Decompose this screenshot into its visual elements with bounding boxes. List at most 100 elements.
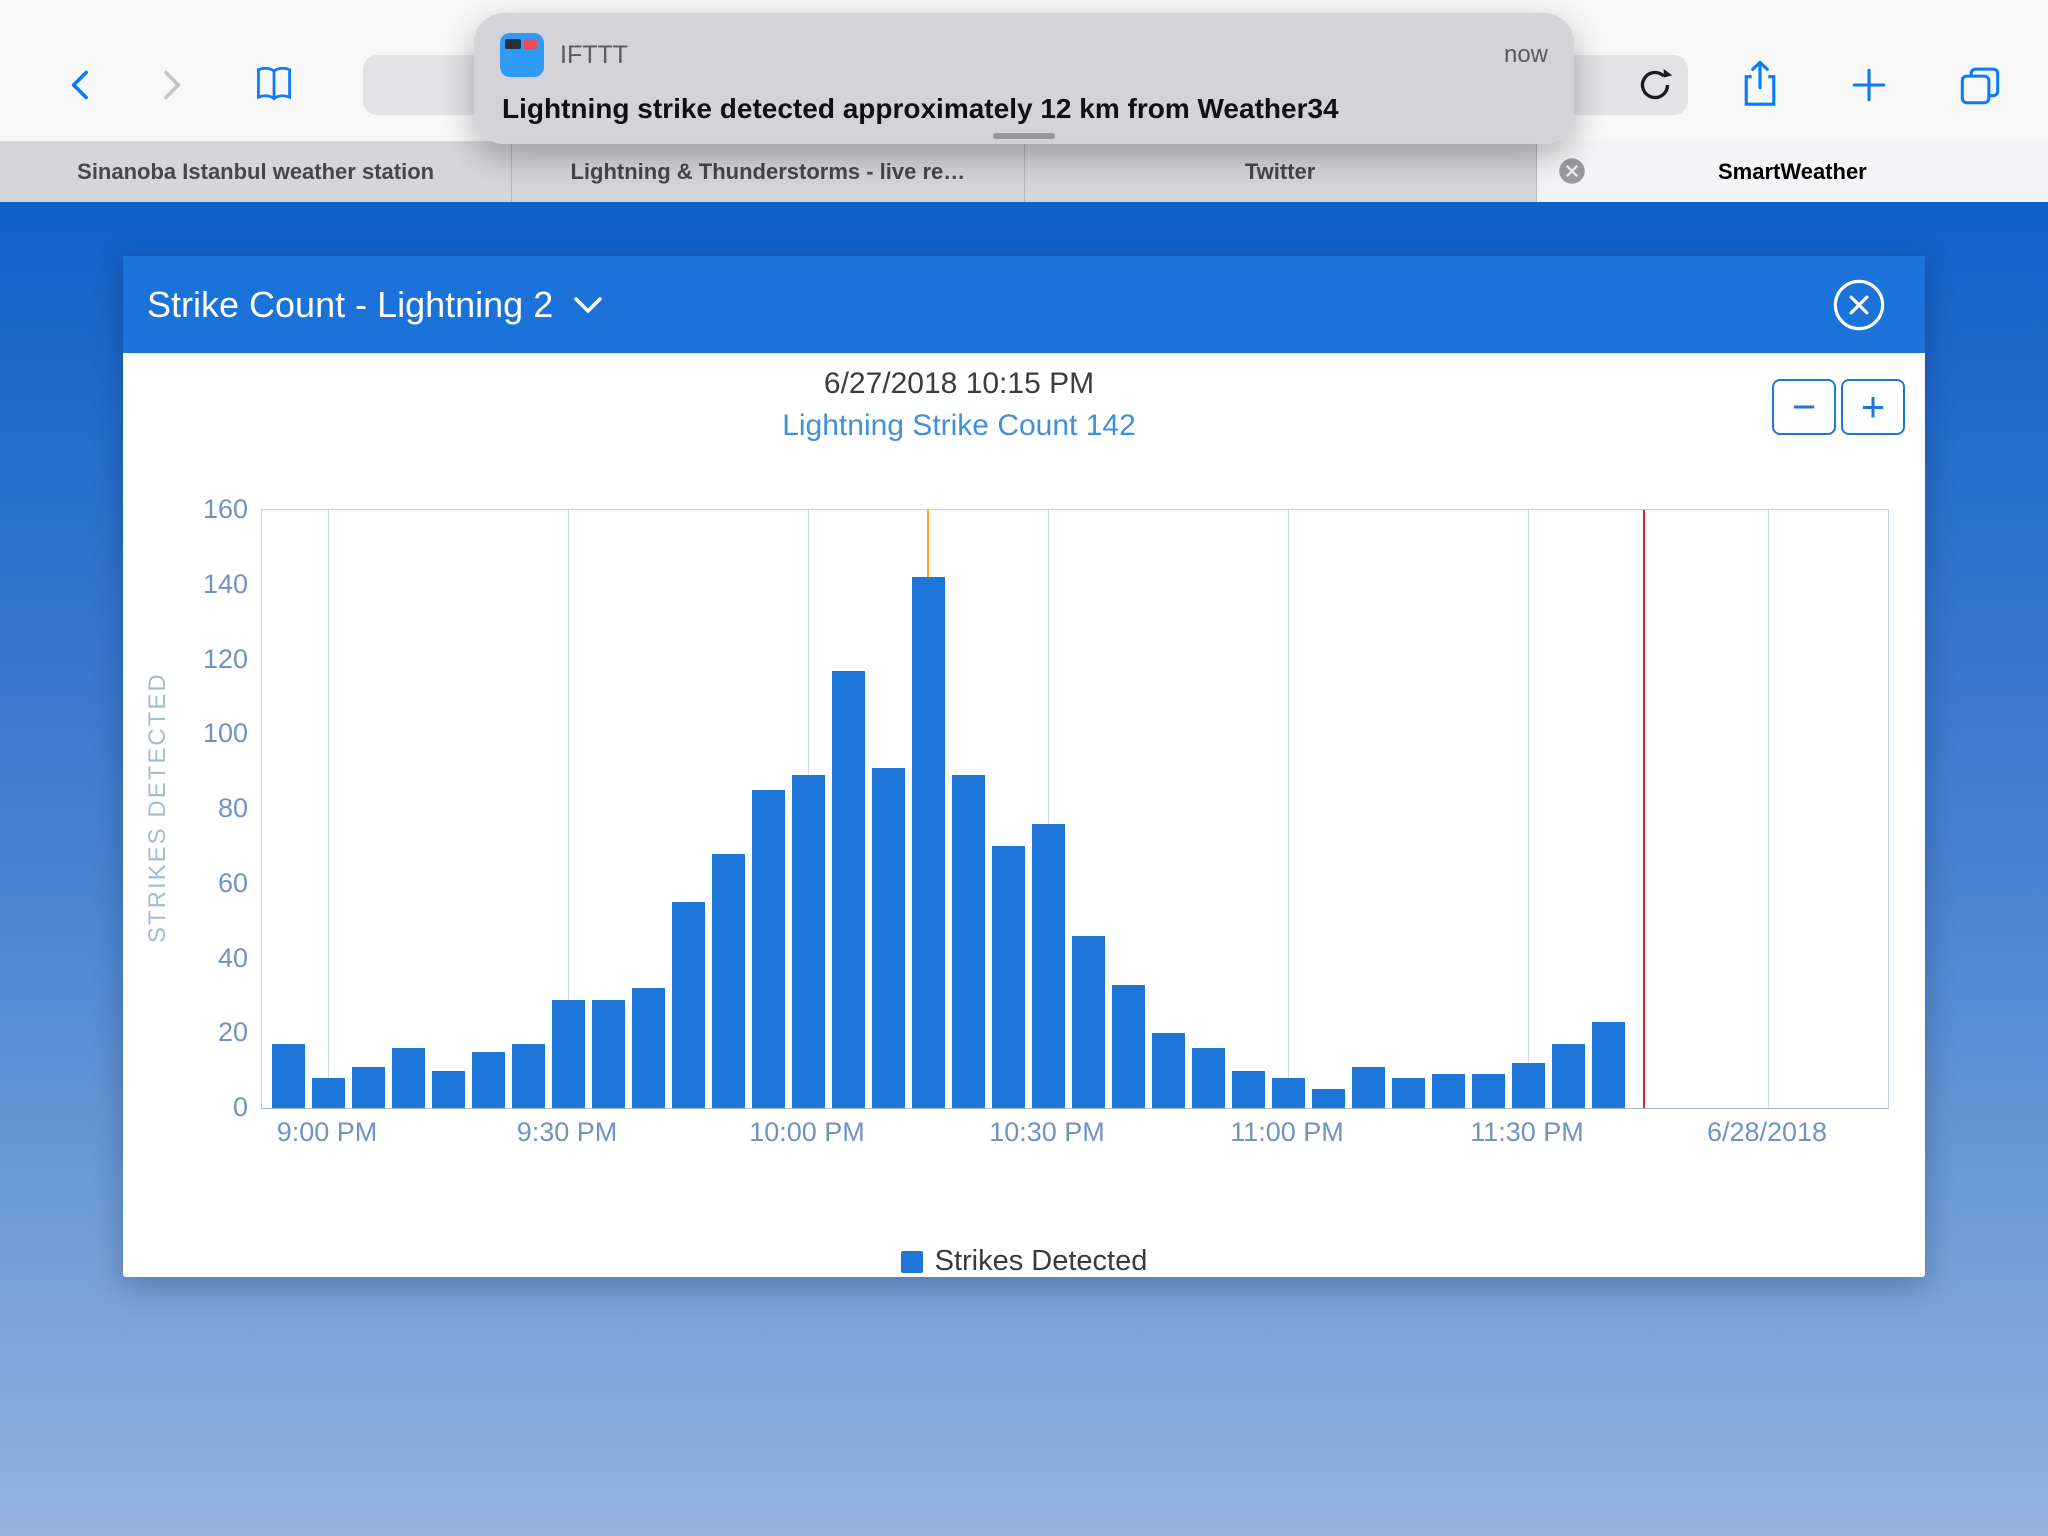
x-axis-tick-label: 9:30 PM: [447, 1117, 687, 1148]
y-axis-tick-label: 80: [153, 793, 248, 823]
y-axis-tick-label: 40: [153, 943, 248, 973]
x-axis-tick-label: 6/28/2018: [1647, 1117, 1887, 1148]
strike-count-bar[interactable]: [1472, 1074, 1505, 1108]
strike-count-bar[interactable]: [992, 846, 1025, 1108]
notification-message: Lightning strike detected approximately …: [502, 93, 1546, 125]
y-axis-tick-label: 160: [153, 494, 248, 524]
notification-timestamp: now: [1504, 41, 1548, 69]
strike-count-bar[interactable]: [1352, 1067, 1385, 1108]
tab-label: SmartWeather: [1718, 159, 1867, 185]
close-icon: [1831, 277, 1887, 333]
strike-count-bar[interactable]: [592, 1000, 625, 1108]
tab-close-icon[interactable]: [1557, 156, 1587, 186]
tab-label: Sinanoba Istanbul weather station: [77, 159, 434, 185]
strike-count-bar[interactable]: [312, 1078, 345, 1108]
strike-count-bar[interactable]: [1112, 985, 1145, 1108]
y-axis-tick-label: 120: [153, 644, 248, 674]
strike-count-bar[interactable]: [512, 1044, 545, 1108]
strike-count-bar[interactable]: [1392, 1078, 1425, 1108]
tab-twitter[interactable]: Twitter: [1025, 141, 1537, 202]
x-axis-tick-label: 10:00 PM: [687, 1117, 927, 1148]
open-book-icon: [252, 63, 296, 105]
chart-legend: Strikes Detected: [123, 1245, 1925, 1277]
strike-count-bar[interactable]: [1032, 824, 1065, 1108]
notification-app-name: IFTTT: [560, 41, 1488, 70]
y-axis-tick-label: 100: [153, 718, 248, 748]
back-button[interactable]: [62, 65, 102, 105]
overlapping-squares-icon: [1957, 63, 2003, 107]
plus-icon: [1847, 63, 1891, 107]
x-axis-tick-label: 10:30 PM: [927, 1117, 1167, 1148]
x-axis-labels: 9:00 PM9:30 PM10:00 PM10:30 PM11:00 PM11…: [123, 1117, 1925, 1153]
chevron-left-icon: [62, 65, 102, 105]
y-axis-tick-label: 60: [153, 868, 248, 898]
x-axis-tick-label: 11:30 PM: [1407, 1117, 1647, 1148]
legend-label: Strikes Detected: [935, 1245, 1148, 1277]
strike-count-bar[interactable]: [1592, 1022, 1625, 1108]
safari-tab-bar: Sinanoba Istanbul weather station Lightn…: [0, 141, 2048, 202]
zoom-in-button[interactable]: +: [1841, 379, 1905, 435]
tab-smartweather[interactable]: SmartWeather: [1537, 141, 2048, 202]
panel-close-button[interactable]: [1831, 277, 1887, 333]
notification-header: IFTTT now: [500, 33, 1548, 77]
strike-count-bar[interactable]: [432, 1071, 465, 1108]
chart-panel: Strike Count - Lightning 2 6/27/2018 10:…: [123, 256, 1925, 1277]
vertical-gridline: [328, 510, 329, 1108]
smartweather-page: Strike Count - Lightning 2 6/27/2018 10:…: [0, 202, 2048, 1536]
tab-label: Lightning & Thunderstorms - live re…: [570, 159, 965, 185]
strike-count-bar[interactable]: [352, 1067, 385, 1108]
x-axis-tick-label: 11:00 PM: [1167, 1117, 1407, 1148]
chart-panel-header: Strike Count - Lightning 2: [123, 256, 1925, 353]
vertical-gridline: [1528, 510, 1529, 1108]
zoom-out-button[interactable]: −: [1772, 379, 1836, 435]
tab-label: Twitter: [1245, 159, 1315, 185]
chart-selected-value: Lightning Strike Count 142: [123, 409, 1795, 443]
x-axis-tick-label: 9:00 PM: [207, 1117, 447, 1148]
strike-count-bar[interactable]: [832, 671, 865, 1108]
vertical-gridline: [1288, 510, 1289, 1108]
tab-overview-button[interactable]: [1957, 63, 2003, 107]
strike-count-bar[interactable]: [632, 988, 665, 1108]
ifttt-app-icon: [500, 33, 544, 77]
chart-plot[interactable]: [261, 509, 1889, 1109]
strike-count-bar[interactable]: [792, 775, 825, 1108]
y-axis-tick-label: 20: [153, 1017, 248, 1047]
strike-count-bar[interactable]: [1552, 1044, 1585, 1108]
strike-count-bar[interactable]: [1192, 1048, 1225, 1108]
strike-count-bar[interactable]: [472, 1052, 505, 1108]
strike-count-bar[interactable]: [552, 1000, 585, 1108]
reload-icon: [1635, 65, 1675, 105]
strike-count-bar[interactable]: [1152, 1033, 1185, 1108]
reload-button[interactable]: [1634, 64, 1676, 106]
strike-count-bar[interactable]: [1072, 936, 1105, 1108]
share-button[interactable]: [1738, 57, 1782, 111]
chart-area: 6/27/2018 10:15 PM Lightning Strike Coun…: [123, 353, 1925, 1277]
strike-count-bar[interactable]: [1312, 1089, 1345, 1108]
strike-count-bar[interactable]: [872, 768, 905, 1108]
strike-count-bar[interactable]: [392, 1048, 425, 1108]
strike-count-bar[interactable]: [1272, 1078, 1305, 1108]
chevron-right-icon: [150, 65, 190, 105]
strike-count-bar[interactable]: [272, 1044, 305, 1108]
strike-count-bar[interactable]: [1512, 1063, 1545, 1108]
y-axis-tick-label: 140: [153, 569, 248, 599]
ifttt-notification-banner[interactable]: IFTTT now Lightning strike detected appr…: [474, 13, 1574, 144]
strike-count-bar[interactable]: [912, 577, 945, 1108]
strike-count-bar[interactable]: [752, 790, 785, 1108]
strike-count-bar[interactable]: [952, 775, 985, 1108]
bookmarks-button[interactable]: [252, 63, 296, 105]
strike-count-bar[interactable]: [672, 902, 705, 1108]
share-icon: [1738, 57, 1782, 111]
legend-swatch: [901, 1251, 923, 1273]
new-tab-button[interactable]: [1847, 63, 1891, 107]
strike-count-bar[interactable]: [712, 854, 745, 1108]
chart-selector-dropdown[interactable]: Strike Count - Lightning 2: [147, 284, 603, 326]
notification-drag-handle[interactable]: [993, 133, 1055, 139]
tab-sinanoba-weather-station[interactable]: Sinanoba Istanbul weather station: [0, 141, 512, 202]
chart-selected-datetime: 6/27/2018 10:15 PM: [123, 367, 1795, 401]
strike-count-bar[interactable]: [1232, 1071, 1265, 1108]
chevron-down-icon: [573, 296, 603, 314]
strike-count-bar[interactable]: [1432, 1074, 1465, 1108]
forward-button[interactable]: [150, 65, 190, 105]
tab-lightning-thunderstorms[interactable]: Lightning & Thunderstorms - live re…: [512, 141, 1024, 202]
